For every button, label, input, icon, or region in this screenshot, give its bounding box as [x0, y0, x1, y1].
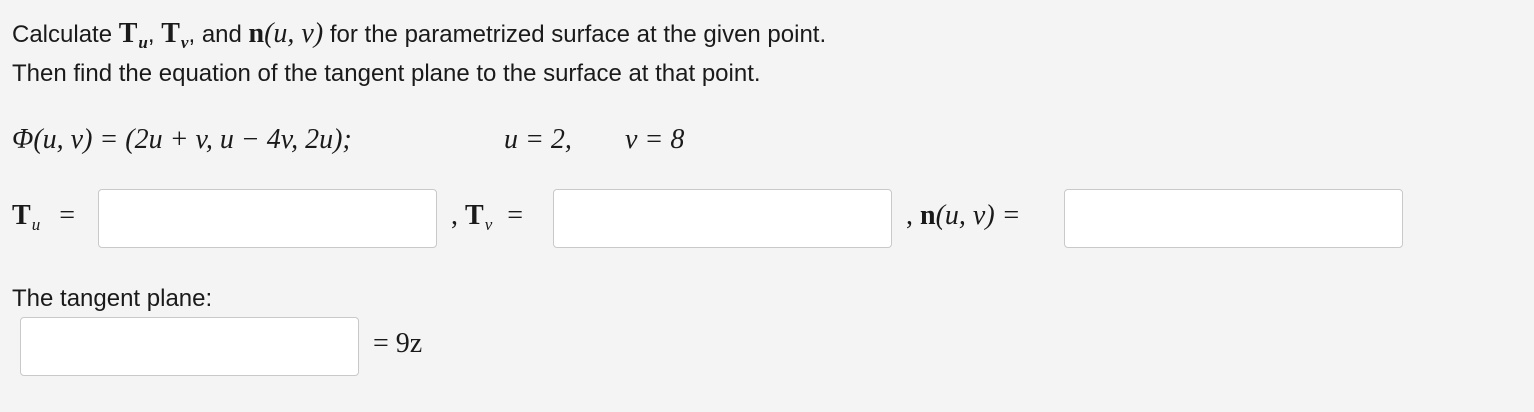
problem-line-2: Then find the equation of the tangent pl… — [12, 60, 761, 87]
tu-input[interactable] — [98, 189, 437, 248]
problem-line-1: Calculate Tu, Tv, and n(u, v) for the pa… — [12, 18, 827, 52]
calculate-text: Calculate — [12, 21, 113, 48]
and-text: and — [201, 21, 242, 48]
normal-symbol: n(u, v) — [248, 18, 324, 49]
tv-symbol: Tv — [161, 18, 189, 52]
normal-label: , n(u, v) = — [906, 200, 1021, 231]
u-value: u = 2, — [504, 124, 572, 155]
tangent-plane-label: The tangent plane: — [12, 285, 213, 312]
tu-symbol: Tu — [118, 18, 148, 52]
tangent-plane-input[interactable] — [20, 317, 359, 376]
parametrization: Φ(u, v) = (2u + v, u − 4v, 2u); — [12, 124, 352, 155]
tu-label: Tu = — [12, 200, 75, 234]
tv-input[interactable] — [553, 189, 892, 248]
tv-label: , Tv = — [451, 200, 524, 234]
normal-input[interactable] — [1064, 189, 1403, 248]
v-value: v = 8 — [625, 124, 685, 155]
tangent-plane-rhs: = 9z — [373, 328, 423, 359]
line1-tail: for the parametrized surface at the give… — [329, 21, 827, 48]
